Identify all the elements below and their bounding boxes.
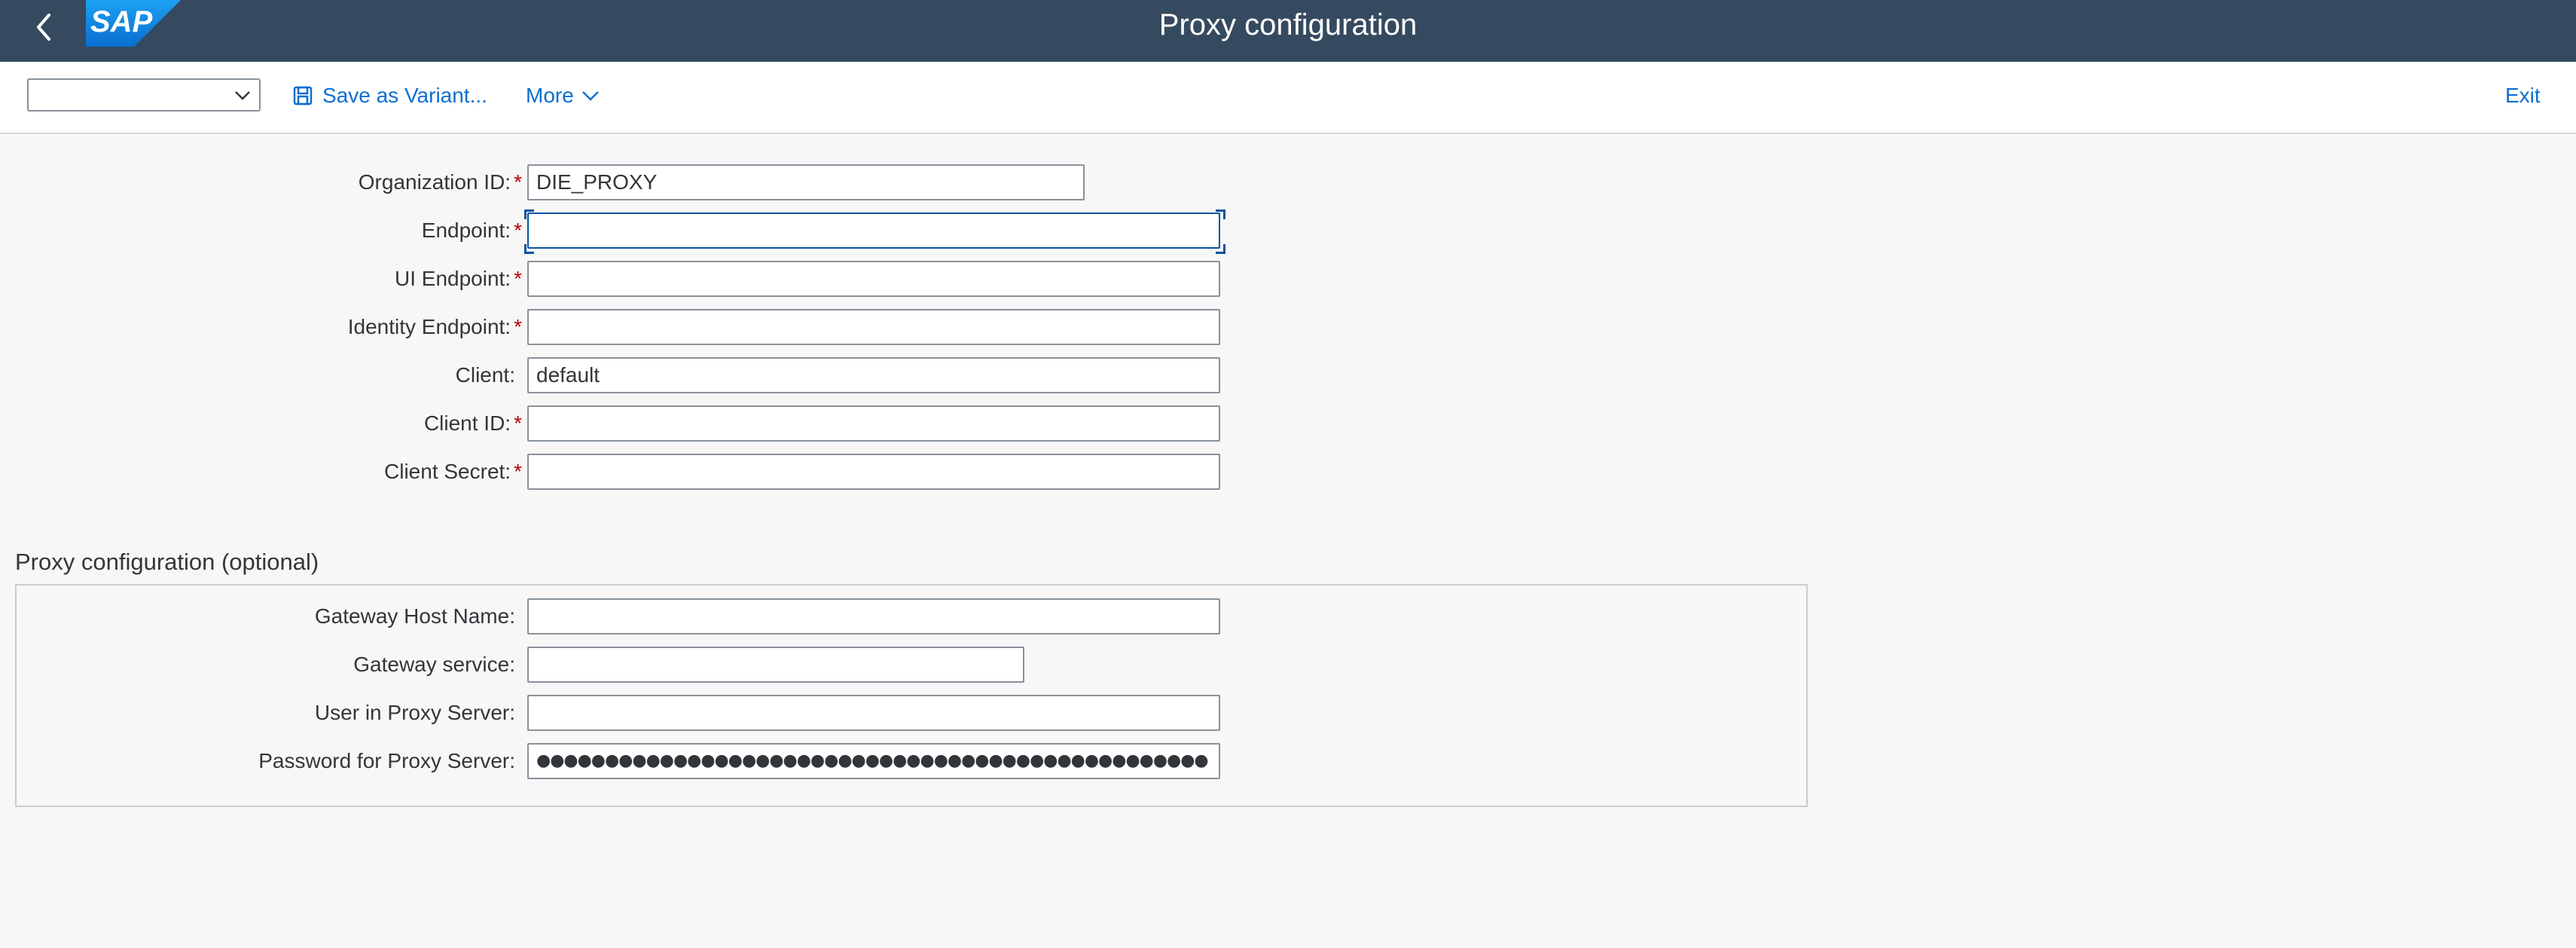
proxy-user-field[interactable] xyxy=(527,695,1220,731)
gateway-service-field[interactable] xyxy=(527,647,1024,683)
gateway-host-label: Gateway Host Name: xyxy=(314,604,515,628)
chevron-down-icon xyxy=(581,91,599,101)
save-icon xyxy=(293,86,313,106)
identity-endpoint-label: Identity Endpoint: * xyxy=(347,315,522,338)
client-label: Client: xyxy=(455,363,515,387)
variant-select[interactable] xyxy=(27,78,261,112)
required-marker: * xyxy=(514,460,522,483)
client-id-label: Client ID: * xyxy=(423,411,522,435)
proxy-user-label: User in Proxy Server: xyxy=(314,701,515,724)
identity-endpoint-field[interactable] xyxy=(527,309,1220,345)
required-marker: * xyxy=(514,219,522,242)
client-secret-field[interactable] xyxy=(527,454,1220,490)
proxy-password-label: Password for Proxy Server: xyxy=(258,749,515,772)
focus-corner xyxy=(1216,244,1225,254)
gateway-service-label: Gateway service: xyxy=(353,653,515,676)
organization-id-field[interactable]: DIE_PROXY xyxy=(527,164,1085,200)
save-as-variant-label: Save as Variant... xyxy=(322,84,487,107)
focus-corner xyxy=(524,209,534,219)
toolbar: Save as Variant... More Exit xyxy=(0,62,2576,134)
shell-header: SAP Proxy configuration xyxy=(0,0,2576,62)
required-marker: * xyxy=(514,315,522,338)
exit-button[interactable]: Exit xyxy=(2505,78,2541,113)
required-marker: * xyxy=(514,170,522,194)
gateway-host-field[interactable] xyxy=(527,598,1220,635)
required-marker: * xyxy=(514,411,522,435)
client-secret-label: Client Secret: * xyxy=(384,460,522,483)
focus-corner xyxy=(524,244,534,254)
focus-corner xyxy=(1216,209,1225,219)
more-button[interactable]: More xyxy=(526,78,600,113)
proxy-password-field[interactable]: ●●●●●●●●●●●●●●●●●●●●●●●●●●●●●●●●●●●●●●●●… xyxy=(527,743,1220,779)
chevron-down-icon xyxy=(235,91,250,100)
page-title: Proxy configuration xyxy=(1158,8,1418,41)
save-as-variant-button[interactable]: Save as Variant... xyxy=(292,78,487,113)
ui-endpoint-field[interactable] xyxy=(527,261,1220,297)
proxy-section-title: Proxy configuration (optional) xyxy=(15,549,319,575)
endpoint-field[interactable] xyxy=(527,213,1220,249)
more-label: More xyxy=(526,84,574,107)
required-marker: * xyxy=(514,267,522,290)
exit-label: Exit xyxy=(2505,84,2541,107)
ui-endpoint-label: UI Endpoint: * xyxy=(394,267,522,290)
endpoint-label: Endpoint: * xyxy=(421,219,522,242)
client-field[interactable]: default xyxy=(527,357,1220,393)
organization-id-label: Organization ID: * xyxy=(358,170,522,194)
client-id-field[interactable] xyxy=(527,405,1220,442)
